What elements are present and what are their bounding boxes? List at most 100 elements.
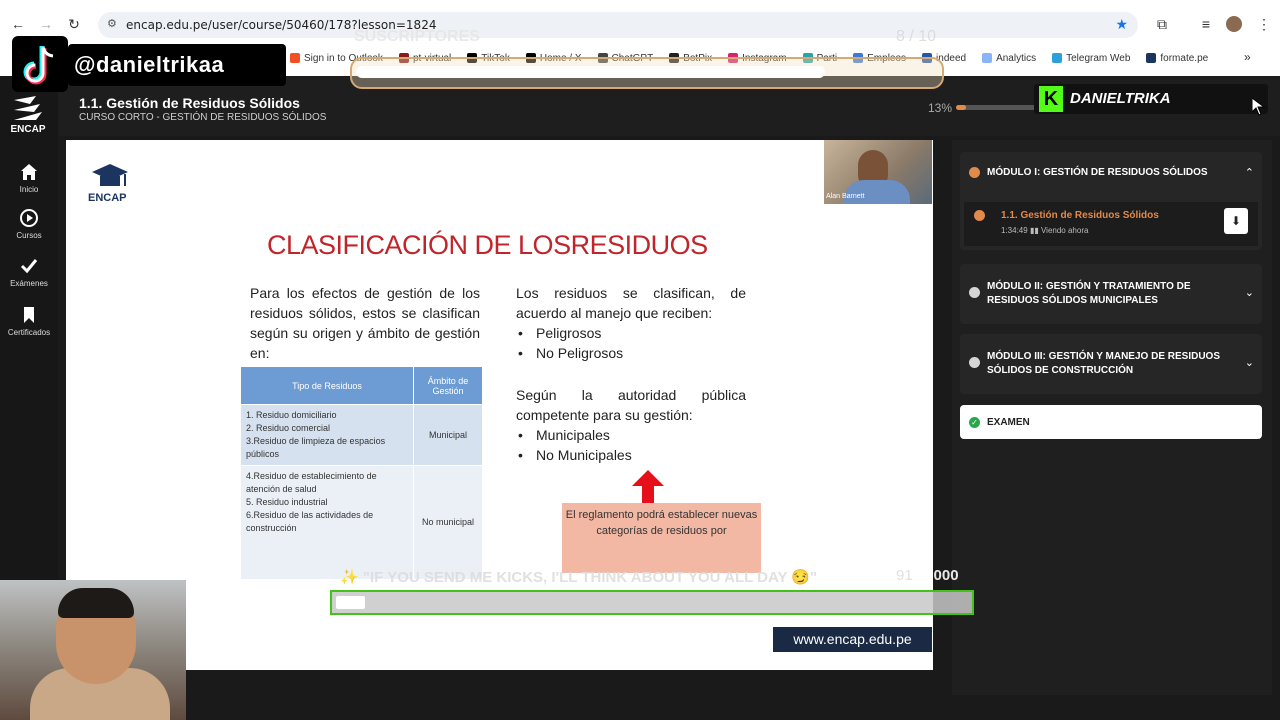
forward-icon[interactable]: → (36, 14, 56, 34)
tiktok-logo-icon (12, 36, 68, 92)
module-status-icon (969, 357, 980, 368)
bullet-item: Peligrosos (516, 323, 746, 343)
sparkle-icon: ✨ (340, 569, 359, 586)
sidebar-item-inicio[interactable]: Inicio (0, 162, 58, 194)
bookmark-label: formate.pe (1160, 52, 1209, 64)
slide-title: CLASIFICACIÓN DE LOSRESIDUOS (267, 230, 708, 260)
arrow-up-icon (632, 470, 664, 506)
table-row: 4.Residuo de establecimiento de atención… (240, 465, 483, 580)
subscribers-target: / 10 (909, 28, 937, 45)
slide-note: El reglamento podrá establecer nuevas ca… (562, 503, 761, 573)
site-info-icon[interactable]: ⚙ (107, 17, 117, 30)
slide-left-text: Para los efectos de gestión de los resid… (250, 285, 480, 361)
graduation-cap-icon (92, 164, 128, 186)
reload-icon[interactable]: ↻ (64, 14, 84, 34)
bookmark-icon (1146, 53, 1157, 63)
table-header: Tipo de Residuos (240, 366, 414, 405)
kick-goal-fill (336, 596, 365, 609)
bookmark-label: Telegram Web (1066, 52, 1131, 64)
profile-avatar[interactable] (1226, 16, 1242, 32)
module-3[interactable]: MÓDULO III: GESTIÓN Y MANEJO DE RESIDUOS… (960, 334, 1262, 394)
subscribers-goal-bar (350, 57, 944, 89)
table-row: 1. Residuo domiciliario 2. Residuo comer… (240, 404, 483, 466)
telegram-icon (1052, 53, 1063, 63)
bullet-item: No Peligrosos (516, 343, 746, 363)
slide-right-intro-2: Según la autoridad pública competente pa… (516, 387, 746, 423)
bullet-item: No Municipales (516, 445, 746, 465)
download-icon: ⬇ (1230, 214, 1242, 228)
lesson-status: Viendo ahora (1040, 226, 1089, 235)
check-circle-icon: ✓ (969, 417, 980, 428)
module-title: MÓDULO I: GESTIÓN DE RESIDUOS SÓLIDOS (987, 167, 1208, 178)
table-cell: 1. Residuo domiciliario 2. Residuo comer… (240, 404, 414, 466)
kick-logo-icon: K (1039, 86, 1063, 112)
module-status-icon (969, 287, 980, 298)
chevron-down-icon[interactable]: ⌄ (1245, 356, 1254, 369)
bookmark-icon (24, 307, 34, 323)
kick-goal-count: 91 / 2000 (896, 567, 959, 584)
slide-website: www.encap.edu.pe (773, 627, 932, 652)
presenter-shirt (844, 180, 910, 204)
lesson-status-icon (974, 210, 985, 221)
table-cell: No municipal (413, 465, 483, 580)
kick-goal-message: ✨ "IF YOU SEND ME KICKS, I'LL THINK ABOU… (340, 568, 817, 586)
windows-icon (290, 53, 300, 63)
sidebar-item-label: Inicio (19, 185, 39, 194)
chevron-down-icon[interactable]: ⌄ (1245, 286, 1254, 299)
star-icon[interactable]: ★ (1115, 16, 1128, 33)
home-icon (21, 164, 37, 180)
lesson-duration: 1:34:49 (1001, 226, 1028, 235)
bookmark-item[interactable]: Telegram Web (1052, 48, 1130, 68)
module-status-icon (969, 167, 980, 178)
chevron-up-icon[interactable]: ⌃ (1245, 166, 1254, 179)
sidebar-item-cursos[interactable]: Cursos (0, 208, 58, 240)
table-cell: Municipal (413, 404, 483, 466)
bookmark-item[interactable]: formate.pe (1146, 48, 1208, 68)
subscribers-current: 8 (896, 28, 905, 45)
pause-icon: ▮▮ (1029, 226, 1039, 235)
bullet-item: Municipales (516, 425, 746, 445)
slide-logo-text: ENCAP (88, 192, 127, 204)
table-cell: 4.Residuo de establecimiento de atención… (240, 465, 414, 580)
more-bookmarks-icon[interactable]: » (1244, 50, 1251, 64)
menu-icon[interactable]: ⋮ (1254, 14, 1274, 34)
sidebar-item-certificados[interactable]: Certificados (0, 305, 58, 337)
slide-right-column: Los residuos se clasifican, de acuerdo a… (516, 283, 746, 465)
lesson-title: 1.1. Gestión de Residuos Sólidos (79, 95, 300, 111)
progress-percent: 13% (928, 101, 953, 115)
streamer-hair (58, 588, 134, 618)
module-title: MÓDULO III: GESTIÓN Y MANEJO DE RESIDUOS… (987, 351, 1220, 376)
progress-fill (956, 105, 967, 110)
kick-goal-bar (330, 590, 974, 615)
sidebar-item-label: Certificados (7, 328, 51, 337)
lesson-item[interactable] (964, 202, 1258, 246)
tiktok-handle-overlay: @danieltrikaa (68, 44, 286, 86)
course-subtitle: CURSO CORTO - GESTIÓN DE RESIDUOS SÓLIDO… (79, 112, 327, 123)
kick-current: 91 (896, 567, 913, 584)
back-icon[interactable]: ← (8, 14, 28, 34)
lesson-meta: 1:34:49 ▮▮ Viendo ahora (1001, 226, 1088, 235)
kick-overlay: K DANIELTRIKA (1034, 84, 1268, 114)
address-bar[interactable]: ⚙ encap.edu.pe/user/course/50460/178?les… (98, 12, 1138, 38)
play-circle-icon (20, 209, 38, 227)
kick-target: / 2000 (916, 567, 959, 584)
media-icon[interactable]: ≡ (1196, 14, 1216, 34)
slide-right-intro: Los residuos se clasifican, de acuerdo a… (516, 285, 746, 321)
check-icon (20, 259, 38, 274)
download-button[interactable]: ⬇ (1224, 208, 1248, 234)
module-2[interactable]: MÓDULO II: GESTIÓN Y TRATAMIENTO DE RESI… (960, 264, 1262, 324)
sidebar-item-examenes[interactable]: Exámenes (0, 256, 58, 288)
kick-username: DANIELTRIKA (1070, 90, 1171, 107)
subscribers-count: 8 / 10 (896, 28, 936, 46)
analytics-icon (982, 53, 993, 63)
bookmark-label: Analytics (996, 52, 1037, 64)
exam-button[interactable]: ✓ EXAMEN (960, 405, 1262, 439)
lesson-item-title: 1.1. Gestión de Residuos Sólidos (1001, 210, 1159, 221)
presenter-name: Alan Barnett (826, 193, 865, 200)
tiktok-handle: @danieltrikaa (74, 52, 225, 77)
bookmark-item[interactable]: Analytics (982, 48, 1036, 68)
extensions-icon[interactable]: ⧉ (1152, 14, 1172, 34)
tiktok-note-icon (23, 46, 54, 85)
mouse-cursor-icon (1252, 98, 1266, 116)
exam-label: EXAMEN (987, 417, 1030, 428)
